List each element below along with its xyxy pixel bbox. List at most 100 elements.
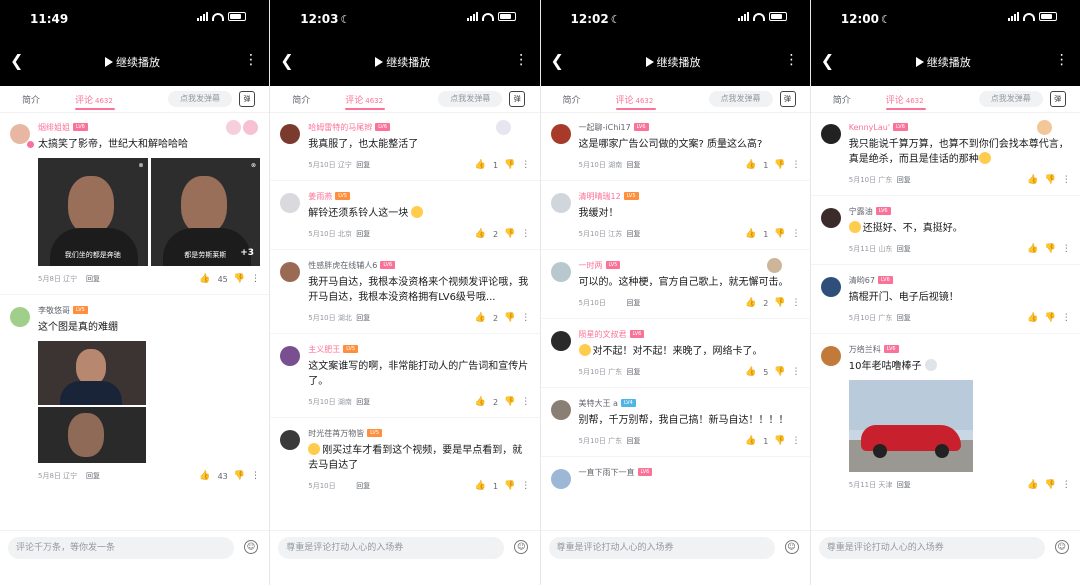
- comment-image[interactable]: [38, 341, 146, 463]
- username[interactable]: 哈姆雷特的马尾辫: [308, 122, 372, 133]
- emoji-icon[interactable]: ☺: [1054, 540, 1069, 554]
- reply-button[interactable]: 回复: [897, 480, 911, 490]
- comment-input[interactable]: 尊重是评论打动人心的入场券: [818, 537, 1045, 559]
- avatar[interactable]: [10, 307, 30, 327]
- like-icon[interactable]: 👍: [199, 274, 210, 284]
- dislike-icon[interactable]: 👎: [504, 313, 515, 323]
- username[interactable]: 万络兰科: [849, 344, 881, 355]
- comment-more-icon[interactable]: ⋮: [1062, 175, 1071, 185]
- comment-more-icon[interactable]: ⋮: [521, 160, 530, 170]
- danmu-toggle-icon[interactable]: 弹: [779, 91, 796, 107]
- emoji-icon[interactable]: ☺: [784, 540, 799, 554]
- danmu-input[interactable]: 点我发弹幕: [708, 91, 773, 107]
- username[interactable]: 清明晴瑞12: [579, 191, 621, 202]
- reply-button[interactable]: 回复: [86, 471, 100, 481]
- dislike-icon[interactable]: 👎: [1045, 244, 1056, 254]
- reply-button[interactable]: 回复: [627, 160, 641, 170]
- tab-intro[interactable]: 简介: [833, 93, 851, 106]
- comment-more-icon[interactable]: ⋮: [521, 397, 530, 407]
- avatar[interactable]: [280, 193, 301, 213]
- danmu-toggle-icon[interactable]: 弹: [239, 91, 255, 107]
- avatar[interactable]: [280, 430, 301, 450]
- dislike-icon[interactable]: 👎: [1045, 313, 1056, 323]
- danmu-input[interactable]: 点我发弹幕: [168, 91, 232, 107]
- comment-more-icon[interactable]: ⋮: [521, 313, 530, 323]
- dislike-icon[interactable]: 👎: [504, 160, 515, 170]
- dislike-icon[interactable]: 👎: [504, 397, 515, 407]
- dislike-icon[interactable]: 👎: [774, 229, 785, 239]
- reply-button[interactable]: 回复: [356, 397, 370, 407]
- reply-button[interactable]: 回复: [897, 244, 911, 254]
- avatar[interactable]: [550, 400, 571, 420]
- comment-more-icon[interactable]: ⋮: [792, 436, 801, 446]
- reply-button[interactable]: 回复: [627, 229, 641, 239]
- reply-button[interactable]: 回复: [627, 436, 641, 446]
- username[interactable]: 陨星的文叔君: [579, 329, 627, 340]
- tab-intro[interactable]: 简介: [22, 93, 40, 106]
- like-icon[interactable]: 👍: [475, 313, 486, 323]
- avatar[interactable]: [280, 262, 301, 282]
- reply-button[interactable]: 回复: [356, 160, 370, 170]
- comment-more-icon[interactable]: ⋮: [1062, 313, 1071, 323]
- like-icon[interactable]: 👍: [745, 367, 756, 377]
- comment-more-icon[interactable]: ⋮: [251, 274, 260, 284]
- avatar[interactable]: [820, 346, 841, 366]
- username[interactable]: 一起聊-iChi17: [579, 122, 631, 133]
- danmu-toggle-icon[interactable]: 弹: [1049, 91, 1066, 107]
- dislike-icon[interactable]: 👎: [774, 160, 785, 170]
- tab-comment[interactable]: 评论 4632: [75, 93, 113, 106]
- tab-comment[interactable]: 评论 4632: [616, 93, 654, 106]
- dislike-icon[interactable]: 👎: [234, 274, 245, 284]
- like-icon[interactable]: 👍: [745, 298, 756, 308]
- comment-input[interactable]: 评论千万条，等你发一条: [8, 537, 234, 559]
- back-button[interactable]: ❮: [821, 52, 835, 70]
- emoji-icon[interactable]: ☺: [244, 540, 258, 554]
- avatar[interactable]: [820, 277, 841, 297]
- reply-button[interactable]: 回复: [897, 175, 911, 185]
- dislike-icon[interactable]: 👎: [234, 471, 245, 481]
- like-icon[interactable]: 👍: [475, 397, 486, 407]
- comment-image[interactable]: ⊗ 我们坐的都是奔驰: [38, 158, 148, 266]
- dislike-icon[interactable]: 👎: [1045, 175, 1056, 185]
- username[interactable]: 姜雨燕: [308, 191, 332, 202]
- comment-more-icon[interactable]: ⋮: [1062, 244, 1071, 254]
- more-options-button[interactable]: ⋮: [244, 51, 258, 69]
- like-icon[interactable]: 👍: [1027, 244, 1038, 254]
- more-options-button[interactable]: ⋮: [514, 51, 528, 69]
- avatar[interactable]: [550, 469, 571, 489]
- username[interactable]: 一时两: [579, 260, 603, 271]
- dislike-icon[interactable]: 👎: [504, 481, 515, 491]
- continue-play-button[interactable]: 继续播放: [105, 54, 160, 70]
- dislike-icon[interactable]: 👎: [774, 367, 785, 377]
- avatar[interactable]: [550, 262, 571, 282]
- tab-intro[interactable]: 简介: [292, 93, 310, 106]
- more-options-button[interactable]: ⋮: [785, 51, 799, 69]
- username[interactable]: 李敬悠哥: [38, 305, 70, 316]
- avatar[interactable]: [550, 331, 571, 351]
- danmu-toggle-icon[interactable]: 弹: [509, 91, 526, 107]
- like-icon[interactable]: 👍: [1027, 480, 1038, 490]
- tab-comment[interactable]: 评论 4632: [886, 93, 924, 106]
- username[interactable]: 性感胖虎在线辅人6: [308, 260, 377, 271]
- like-icon[interactable]: 👍: [1027, 313, 1038, 323]
- username[interactable]: 一直下雨下一直: [579, 467, 635, 478]
- like-icon[interactable]: 👍: [475, 160, 486, 170]
- username[interactable]: 清哟67: [849, 275, 875, 286]
- back-button[interactable]: ❮: [10, 52, 24, 70]
- dislike-icon[interactable]: 👎: [774, 298, 785, 308]
- comment-more-icon[interactable]: ⋮: [792, 367, 801, 377]
- reply-button[interactable]: 回复: [897, 313, 911, 323]
- tab-comment[interactable]: 评论 4632: [345, 93, 383, 106]
- like-icon[interactable]: 👍: [475, 481, 486, 491]
- comment-more-icon[interactable]: ⋮: [521, 481, 530, 491]
- more-options-button[interactable]: ⋮: [1055, 51, 1069, 69]
- dislike-icon[interactable]: 👎: [1045, 480, 1056, 490]
- username[interactable]: KennyLau': [849, 123, 890, 132]
- comment-input[interactable]: 尊重是评论打动人心的入场券: [548, 537, 775, 559]
- danmu-input[interactable]: 点我发弹幕: [438, 91, 503, 107]
- avatar[interactable]: [280, 124, 301, 144]
- reply-button[interactable]: 回复: [86, 274, 100, 284]
- comment-more-icon[interactable]: ⋮: [1062, 480, 1071, 490]
- comment-more-icon[interactable]: ⋮: [792, 160, 801, 170]
- continue-play-button[interactable]: 继续播放: [645, 54, 701, 70]
